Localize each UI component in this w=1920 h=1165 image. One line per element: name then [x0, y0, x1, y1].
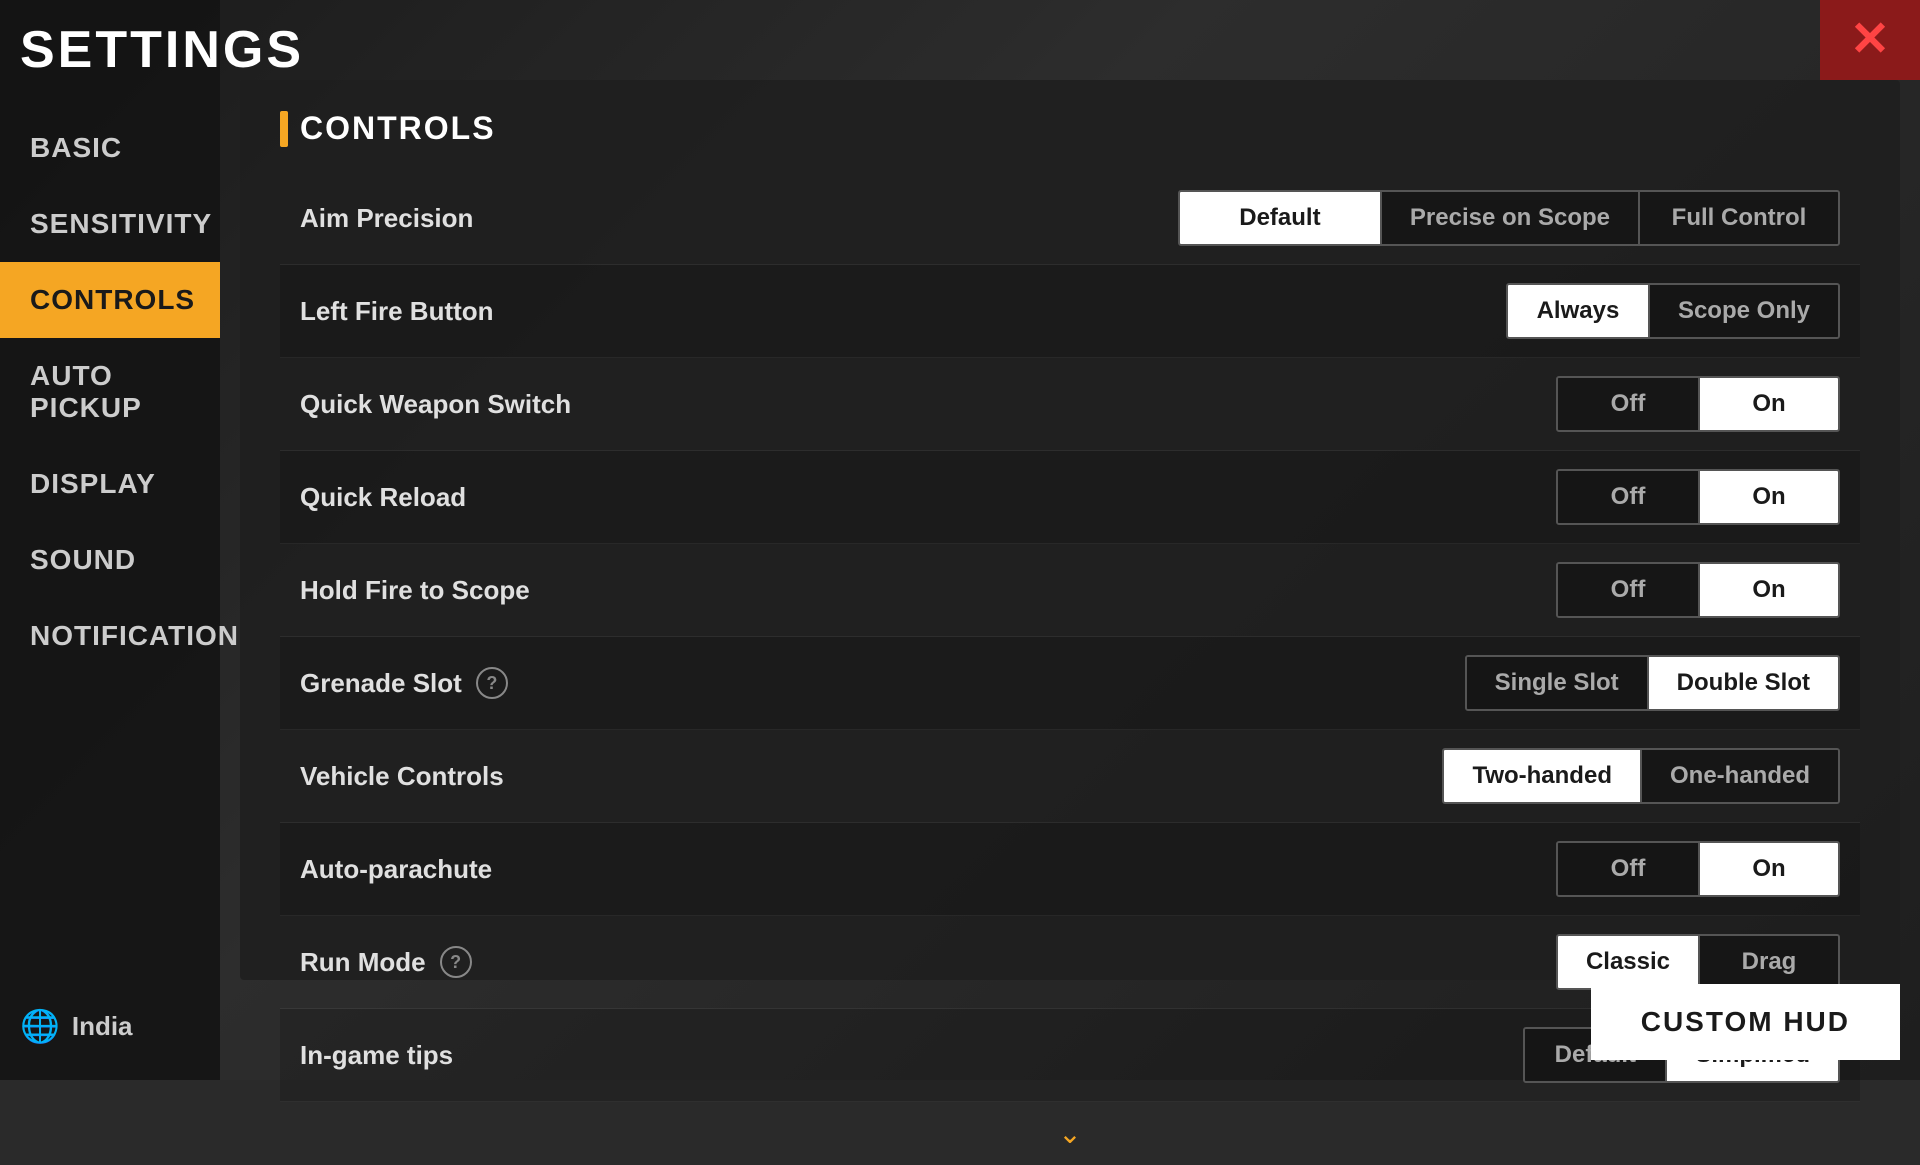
section-title: CONTROLS: [300, 110, 496, 147]
hold-fire-off[interactable]: Off: [1558, 564, 1698, 616]
row-grenade-slot: Grenade Slot ? Single Slot Double Slot: [280, 637, 1860, 730]
left-fire-button-label: Left Fire Button: [300, 296, 1506, 327]
sidebar-item-controls[interactable]: CONTROLS: [0, 262, 220, 338]
aim-precision-full[interactable]: Full Control: [1638, 192, 1838, 244]
grenade-slot-help-icon[interactable]: ?: [476, 667, 508, 699]
close-icon: ✕: [1850, 16, 1890, 64]
hold-fire-to-scope-label: Hold Fire to Scope: [300, 575, 1556, 606]
chevron-down-icon: ⌄: [1058, 1117, 1081, 1150]
auto-parachute-toggle: Off On: [1556, 841, 1840, 897]
row-hold-fire-to-scope: Hold Fire to Scope Off On: [280, 544, 1860, 637]
quick-reload-off[interactable]: Off: [1558, 471, 1698, 523]
sidebar-item-display[interactable]: DISPLAY: [0, 446, 220, 522]
vehicle-controls-toggle: Two-handed One-handed: [1442, 748, 1840, 804]
aim-precision-precise[interactable]: Precise on Scope: [1380, 192, 1638, 244]
auto-parachute-on[interactable]: On: [1698, 843, 1838, 895]
in-game-tips-label: In-game tips: [300, 1040, 1523, 1071]
close-button[interactable]: ✕: [1820, 0, 1920, 80]
vehicle-two-handed[interactable]: Two-handed: [1444, 750, 1640, 802]
run-mode-classic[interactable]: Classic: [1558, 936, 1698, 988]
vehicle-one-handed[interactable]: One-handed: [1640, 750, 1838, 802]
country-label: India: [72, 1011, 133, 1042]
quick-reload-label: Quick Reload: [300, 482, 1556, 513]
quick-reload-on[interactable]: On: [1698, 471, 1838, 523]
left-fire-button-toggle: Always Scope Only: [1506, 283, 1840, 339]
run-mode-help-icon[interactable]: ?: [440, 946, 472, 978]
scroll-indicator: ⌄: [280, 1102, 1860, 1165]
globe-icon: 🌐: [20, 1007, 60, 1045]
page-title: SETTINGS: [20, 20, 304, 80]
section-indicator: [280, 111, 288, 147]
quick-weapon-switch-toggle: Off On: [1556, 376, 1840, 432]
row-quick-weapon-switch: Quick Weapon Switch Off On: [280, 358, 1860, 451]
custom-hud-button[interactable]: CUSTOM HUD: [1591, 984, 1900, 1060]
row-auto-parachute: Auto-parachute Off On: [280, 823, 1860, 916]
sidebar-item-auto-pickup[interactable]: AUTO PICKUP: [0, 338, 220, 446]
row-vehicle-controls: Vehicle Controls Two-handed One-handed: [280, 730, 1860, 823]
aim-precision-default[interactable]: Default: [1180, 192, 1380, 244]
quick-weapon-switch-label: Quick Weapon Switch: [300, 389, 1556, 420]
row-left-fire-button: Left Fire Button Always Scope Only: [280, 265, 1860, 358]
hold-fire-on[interactable]: On: [1698, 564, 1838, 616]
quick-weapon-switch-off[interactable]: Off: [1558, 378, 1698, 430]
hold-fire-to-scope-toggle: Off On: [1556, 562, 1840, 618]
grenade-double-slot[interactable]: Double Slot: [1647, 657, 1838, 709]
quick-weapon-switch-on[interactable]: On: [1698, 378, 1838, 430]
section-header: CONTROLS: [280, 110, 1860, 147]
aim-precision-toggle: Default Precise on Scope Full Control: [1178, 190, 1840, 246]
auto-parachute-off[interactable]: Off: [1558, 843, 1698, 895]
row-aim-precision: Aim Precision Default Precise on Scope F…: [280, 172, 1860, 265]
grenade-slot-label: Grenade Slot ?: [300, 667, 1465, 699]
sidebar: BASIC SENSITIVITY CONTROLS AUTO PICKUP D…: [0, 0, 220, 1080]
left-fire-scope-only[interactable]: Scope Only: [1648, 285, 1838, 337]
row-quick-reload: Quick Reload Off On: [280, 451, 1860, 544]
grenade-single-slot[interactable]: Single Slot: [1467, 657, 1647, 709]
aim-precision-label: Aim Precision: [300, 203, 1178, 234]
content-panel: CONTROLS Aim Precision Default Precise o…: [240, 80, 1900, 980]
left-fire-always[interactable]: Always: [1508, 285, 1648, 337]
grenade-slot-toggle: Single Slot Double Slot: [1465, 655, 1840, 711]
sidebar-bottom: 🌐 India: [0, 992, 220, 1060]
vehicle-controls-label: Vehicle Controls: [300, 761, 1442, 792]
run-mode-label: Run Mode ?: [300, 946, 1556, 978]
main-content: CONTROLS Aim Precision Default Precise o…: [240, 80, 1900, 1060]
quick-reload-toggle: Off On: [1556, 469, 1840, 525]
sidebar-item-basic[interactable]: BASIC: [0, 110, 220, 186]
sidebar-item-sound[interactable]: SOUND: [0, 522, 220, 598]
run-mode-toggle: Classic Drag: [1556, 934, 1840, 990]
auto-parachute-label: Auto-parachute: [300, 854, 1556, 885]
sidebar-item-notification[interactable]: NOTIFICATION: [0, 598, 220, 674]
sidebar-item-sensitivity[interactable]: SENSITIVITY: [0, 186, 220, 262]
run-mode-drag[interactable]: Drag: [1698, 936, 1838, 988]
